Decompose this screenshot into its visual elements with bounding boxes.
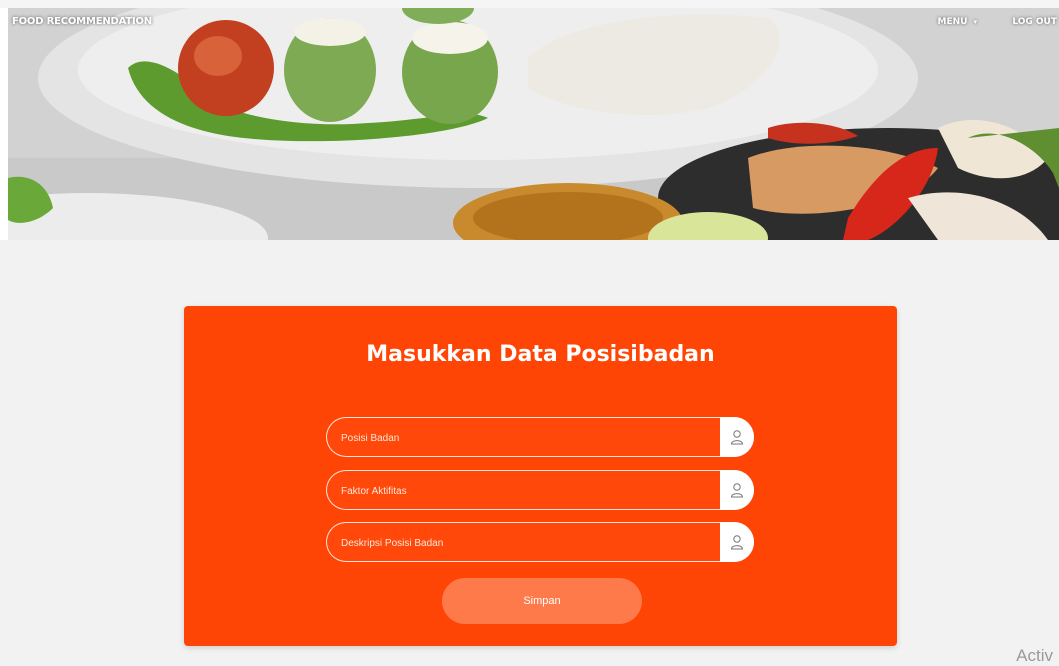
posisi-badan-input[interactable] <box>339 418 713 458</box>
main-content: Masukkan Data Posisibadan Posisi Badan F… <box>0 240 1059 666</box>
faktor-aktifitas-input[interactable] <box>339 471 713 511</box>
faktor-aktifitas-field <box>326 470 754 511</box>
logout-link[interactable]: LOG OUT <box>1012 17 1057 27</box>
browser-top-strip <box>0 0 1059 8</box>
caret-down-icon: ▾ <box>973 18 977 26</box>
form-card: Masukkan Data Posisibadan Posisi Badan F… <box>184 306 897 646</box>
user-icon-box <box>720 417 754 457</box>
form-title: Masukkan Data Posisibadan <box>366 342 715 367</box>
hero-banner: FOOD RECOMMENDATION MENU ▾ LOG OUT <box>8 8 1059 240</box>
simpan-button[interactable]: Simpan <box>442 578 642 624</box>
brand-logo[interactable]: FOOD RECOMMENDATION <box>12 16 152 27</box>
top-navbar: FOOD RECOMMENDATION MENU ▾ LOG OUT <box>8 8 1059 40</box>
deskripsi-posisi-badan-field <box>326 522 754 563</box>
activate-windows-watermark: Activ <box>1016 646 1053 665</box>
user-icon <box>730 535 744 550</box>
user-icon-box <box>720 470 754 510</box>
menu-label: MENU <box>937 17 968 27</box>
posisi-badan-field <box>326 417 754 458</box>
user-icon-box <box>720 522 754 562</box>
menu-dropdown[interactable]: MENU ▾ <box>938 17 977 27</box>
user-icon <box>730 483 744 498</box>
user-icon <box>730 430 744 445</box>
deskripsi-posisi-badan-input[interactable] <box>339 523 713 563</box>
hero-food-image <box>8 8 1059 240</box>
